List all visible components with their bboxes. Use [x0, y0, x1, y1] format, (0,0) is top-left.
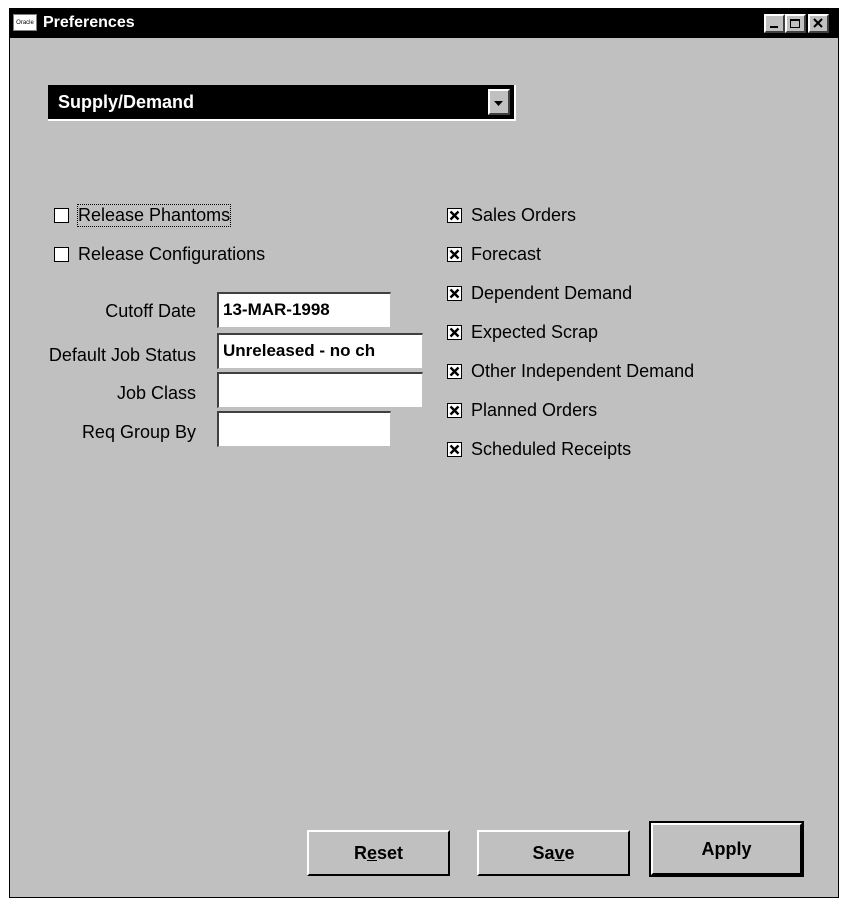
check-x-icon	[449, 210, 460, 221]
release-phantoms-label[interactable]: Release Phantoms	[76, 204, 232, 227]
req-group-by-label: Req Group By	[81, 422, 196, 442]
expected-scrap-label[interactable]: Expected Scrap	[471, 322, 598, 343]
minimize-button[interactable]	[764, 14, 785, 33]
oracle-app-icon[interactable]: Oracle	[13, 14, 37, 31]
dependent-demand-checkbox[interactable]	[447, 286, 462, 301]
check-x-icon	[449, 366, 460, 377]
other-independent-demand-label[interactable]: Other Independent Demand	[471, 361, 694, 382]
preferences-window: Oracle Preferences Supply/Demand Release…	[9, 8, 839, 898]
other-independent-demand-checkbox[interactable]	[447, 364, 462, 379]
default-job-status-value: Unreleased - no ch	[223, 341, 376, 360]
maximize-icon	[790, 19, 800, 28]
scheduled-receipts-label[interactable]: Scheduled Receipts	[471, 439, 631, 460]
save-button[interactable]: Save	[477, 830, 630, 876]
window-title: Preferences	[43, 14, 135, 31]
save-label-end: e	[564, 843, 575, 863]
job-class-label: Job Class	[116, 383, 196, 403]
maximize-button[interactable]	[785, 14, 806, 33]
sales-orders-checkbox[interactable]	[447, 208, 462, 223]
check-x-icon	[449, 405, 460, 416]
close-button[interactable]	[808, 14, 829, 33]
cutoff-date-label: Cutoff Date	[105, 301, 196, 321]
default-job-status-field[interactable]: Unreleased - no ch	[217, 333, 423, 369]
default-job-status-label: Default Job Status	[48, 345, 196, 365]
check-x-icon	[449, 327, 460, 338]
check-x-icon	[449, 444, 460, 455]
dropdown-selected-value: Supply/Demand	[58, 92, 195, 112]
close-icon	[813, 18, 823, 28]
reset-button[interactable]: Reset	[307, 830, 450, 876]
title-bar[interactable]: Oracle Preferences	[10, 9, 838, 38]
release-phantoms-checkbox[interactable]	[54, 208, 69, 223]
release-configurations-label[interactable]: Release Configurations	[78, 244, 265, 265]
release-configurations-checkbox[interactable]	[54, 247, 69, 262]
cutoff-date-value: 13-MAR-1998	[223, 300, 330, 319]
section-dropdown[interactable]: Supply/Demand	[48, 85, 516, 121]
job-class-field[interactable]	[217, 372, 423, 408]
check-x-icon	[449, 288, 460, 299]
apply-button[interactable]: Apply	[649, 821, 804, 877]
forecast-checkbox[interactable]	[447, 247, 462, 262]
req-group-by-field[interactable]	[217, 411, 391, 447]
sales-orders-label[interactable]: Sales Orders	[471, 205, 576, 226]
expected-scrap-checkbox[interactable]	[447, 325, 462, 340]
reset-mnemonic: e	[366, 843, 377, 863]
forecast-label[interactable]: Forecast	[471, 244, 541, 265]
reset-label-start: R	[353, 843, 367, 863]
save-mnemonic: v	[554, 843, 565, 863]
dependent-demand-label[interactable]: Dependent Demand	[471, 283, 632, 304]
planned-orders-checkbox[interactable]	[447, 403, 462, 418]
dropdown-arrow-button[interactable]	[488, 89, 510, 115]
reset-label-end: set	[377, 843, 404, 863]
save-label-start: Sa	[532, 843, 555, 863]
planned-orders-label[interactable]: Planned Orders	[471, 400, 597, 421]
chevron-down-icon	[494, 101, 503, 106]
check-x-icon	[449, 249, 460, 260]
minimize-icon	[770, 26, 778, 28]
scheduled-receipts-checkbox[interactable]	[447, 442, 462, 457]
cutoff-date-field[interactable]: 13-MAR-1998	[217, 292, 391, 328]
